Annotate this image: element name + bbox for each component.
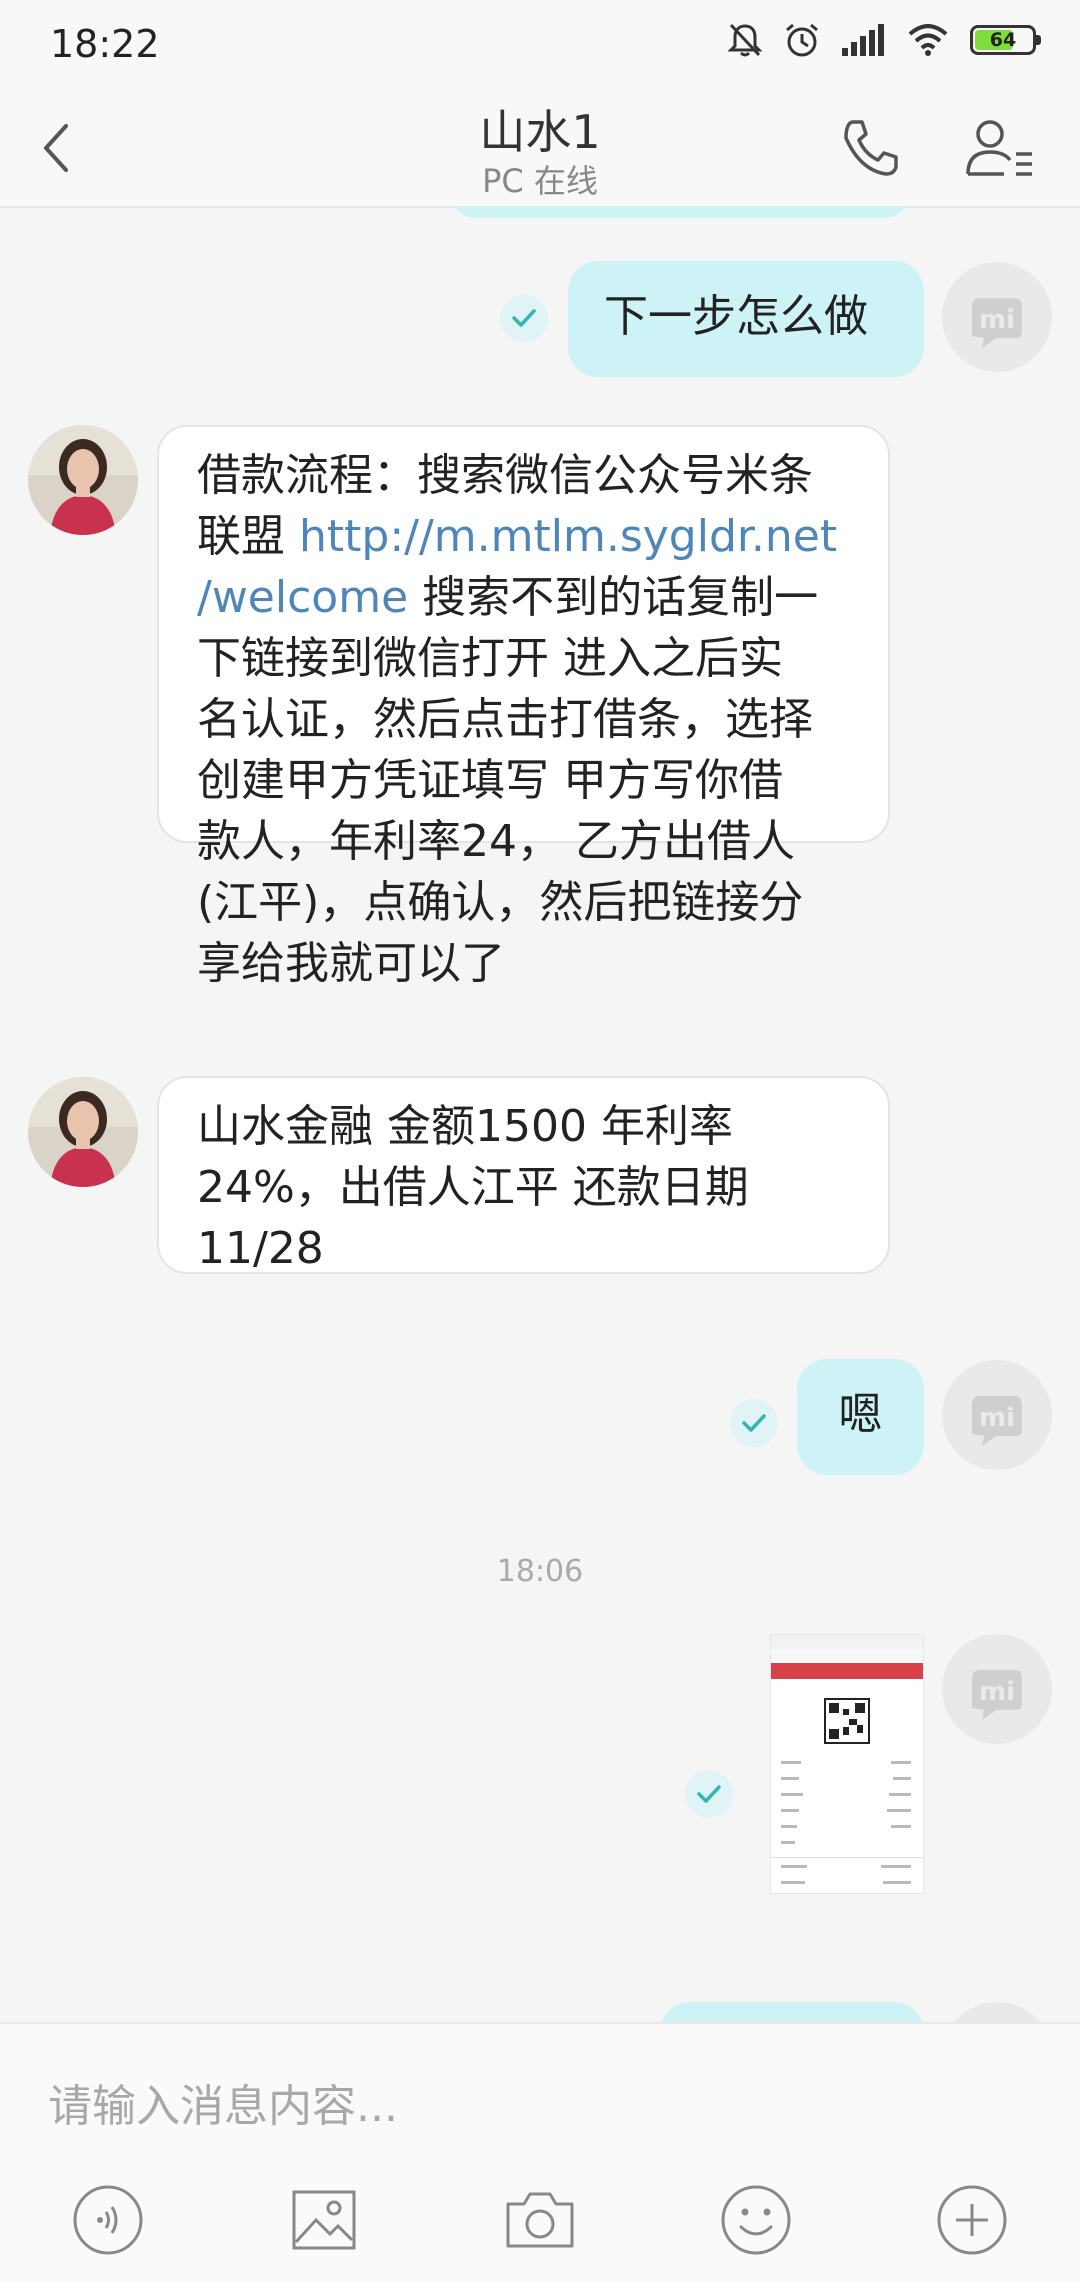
- voice-icon[interactable]: [70, 2182, 146, 2258]
- phone-icon[interactable]: [838, 116, 902, 180]
- camera-icon[interactable]: [502, 2182, 578, 2258]
- status-time: 18:22: [50, 22, 160, 66]
- message-bubble-incoming[interactable]: 山水金融 金额1500 年利率 24%，出借人江平 还款日期 11/28: [157, 1076, 890, 1274]
- plus-icon[interactable]: [934, 2182, 1010, 2258]
- read-check-icon: [500, 294, 548, 342]
- emoji-icon[interactable]: [718, 2182, 794, 2258]
- message-line: 24%，出借人江平 还款日期: [197, 1162, 749, 1213]
- svg-text:mi: mi: [979, 1677, 1015, 1707]
- input-bar: 请输入消息内容...: [0, 2022, 1080, 2282]
- message-line: 11/28: [197, 1223, 324, 1274]
- mi-logo-icon: mi: [972, 1670, 1022, 1720]
- status-bar: 18:22 64: [0, 0, 1080, 90]
- message-bubble-outgoing[interactable]: 下一步怎么做: [568, 261, 924, 377]
- message-line: (江平)，点确认，然后把链接分: [197, 877, 804, 928]
- battery-level: 64: [989, 29, 1017, 51]
- image-icon[interactable]: [286, 2182, 362, 2258]
- chat-header: 山水1 PC 在线: [0, 90, 1080, 208]
- partial-bubble-top: [450, 206, 910, 218]
- timestamp: 18:06: [496, 1554, 584, 1589]
- online-status: PC 在线: [482, 162, 598, 200]
- message-text: 下一步怎么做: [604, 291, 868, 342]
- message-line: 借款流程：搜索微信公众号米条: [197, 450, 813, 501]
- partial-bubble-bottom: [660, 2002, 924, 2022]
- message-line: 搜索不到的话复制一: [408, 572, 819, 623]
- message-link[interactable]: /welcome: [197, 572, 408, 623]
- my-avatar[interactable]: mi: [942, 1360, 1052, 1470]
- battery-icon: 64: [970, 25, 1041, 55]
- message-list[interactable]: 下一步怎么做 mi 借款流程：搜索微信公众号米条 联盟 http://m.mtl…: [0, 206, 1080, 2022]
- alarm-icon: [786, 23, 818, 57]
- my-avatar[interactable]: mi: [942, 262, 1052, 372]
- signal-icon: [842, 24, 884, 56]
- message-input[interactable]: 请输入消息内容...: [48, 2070, 398, 2134]
- message-line: 联盟: [197, 511, 299, 562]
- chat-title: 山水1: [479, 105, 601, 159]
- message-bubble-incoming[interactable]: 借款流程：搜索微信公众号米条 联盟 http://m.mtlm.sygldr.n…: [157, 425, 890, 989]
- message-line: 创建甲方凭证填写 甲方写你借: [197, 755, 783, 806]
- message-line: 下链接到微信打开 进入之后实: [197, 633, 783, 684]
- svg-text:mi: mi: [979, 1403, 1015, 1433]
- my-avatar[interactable]: mi: [942, 1634, 1052, 1744]
- status-icons: 64: [728, 22, 1041, 58]
- wifi-icon: [908, 24, 948, 56]
- mute-icon: [728, 23, 762, 57]
- message-bubble-outgoing[interactable]: 嗯: [797, 1359, 924, 1475]
- message-line: 山水金融 金额1500 年利率: [197, 1101, 733, 1152]
- input-toolbar: [0, 2174, 1080, 2274]
- partial-avatar-bottom: [942, 2002, 1052, 2022]
- contact-avatar[interactable]: [28, 1077, 138, 1187]
- message-text: 嗯: [838, 1389, 883, 1440]
- message-line: 享给我就可以了: [197, 938, 505, 989]
- svg-text:mi: mi: [979, 305, 1015, 335]
- message-line: 款人，年利率24， 乙方出借人: [197, 816, 795, 867]
- mi-logo-icon: mi: [972, 298, 1022, 348]
- read-check-icon: [685, 1770, 733, 1818]
- message-line: 名认证，然后点击打借条，选择: [197, 694, 813, 745]
- message-link[interactable]: http://m.mtlm.sygldr.net: [299, 511, 837, 562]
- mi-logo-icon: mi: [972, 1396, 1022, 1446]
- contact-profile-icon[interactable]: [964, 114, 1036, 182]
- read-check-icon: [730, 1399, 778, 1447]
- image-message-thumbnail[interactable]: [770, 1634, 924, 1894]
- contact-avatar[interactable]: [28, 425, 138, 535]
